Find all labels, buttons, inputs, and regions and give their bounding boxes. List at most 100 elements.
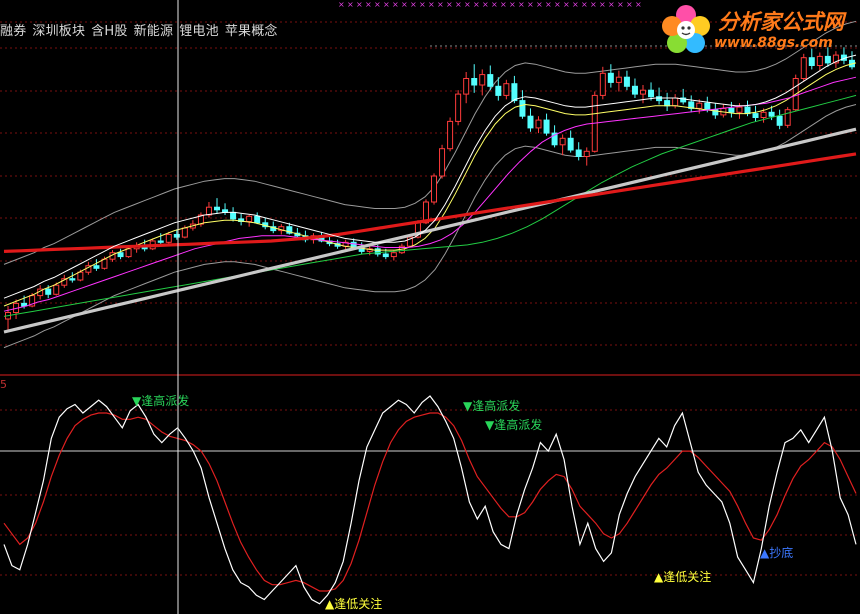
concept-tag[interactable]: 含H股 <box>91 24 127 39</box>
signal-marker-icon: × <box>554 0 561 9</box>
moving-average-lines <box>3 54 857 334</box>
candle-body <box>165 234 172 243</box>
signal-marker-icon: × <box>437 0 444 9</box>
signal-marker-icon: × <box>374 0 381 9</box>
candle-body <box>77 271 84 281</box>
candle-body <box>157 240 164 243</box>
signal-marker-icon: × <box>383 0 390 9</box>
signal-marker-icon: × <box>446 0 453 9</box>
candle-body <box>431 175 438 203</box>
candle-body <box>535 119 542 129</box>
signal-marker-icon: × <box>401 0 408 9</box>
candle-body <box>664 100 671 107</box>
candle-body <box>615 76 622 83</box>
candle-body <box>93 265 100 269</box>
candle-body <box>527 115 534 129</box>
bollinger-envelope <box>3 20 857 349</box>
concept-tag[interactable]: 锂电池 <box>179 24 219 39</box>
sell-signal-label: ▼逢高派发 <box>132 394 190 408</box>
candle-body <box>752 113 759 118</box>
signal-marker-icon: × <box>563 0 570 9</box>
candle-body <box>808 57 815 67</box>
candle-body <box>45 288 52 295</box>
signal-marker-icon: × <box>419 0 426 9</box>
candle-body <box>495 85 502 96</box>
candle-body <box>559 137 566 146</box>
signal-marker-icon: × <box>482 0 489 9</box>
candle-body <box>656 96 663 102</box>
signal-marker-icon: × <box>626 0 633 9</box>
indicator-label: 5 <box>0 378 7 391</box>
candle-body <box>69 278 76 281</box>
candle-body <box>511 83 518 102</box>
site-url[interactable]: www.88gs.com <box>714 35 833 51</box>
candle-body <box>672 97 679 107</box>
oscillator-slow-line <box>3 412 857 592</box>
oscillator-fast-line <box>3 395 857 605</box>
candle-body <box>648 89 655 98</box>
candle-body <box>487 74 494 87</box>
candle-body <box>53 284 60 295</box>
candle-body <box>640 89 646 95</box>
candle-body <box>784 109 791 126</box>
candle-body <box>230 211 237 220</box>
candle-body <box>455 93 462 122</box>
ma-red-line <box>3 152 857 253</box>
candle-body <box>583 150 590 158</box>
candle-body <box>736 106 743 113</box>
concept-tag[interactable]: 融券 <box>0 24 26 39</box>
signal-marker-icon: × <box>491 0 498 9</box>
candle-body <box>390 252 397 258</box>
candle-body <box>21 302 28 307</box>
chart-canvas: × × × × × × × × × × × × × × × × × × × × × × × × × × × × × × × × × × <box>0 0 860 614</box>
signal-marker-icon: × <box>464 0 471 9</box>
candle-body <box>728 107 735 113</box>
signal-marker-icon: × <box>518 0 525 9</box>
candle-body <box>631 85 638 95</box>
signal-marker-icon: × <box>608 0 615 9</box>
site-name: 分析家公式网 <box>718 10 844 34</box>
candle-body <box>800 57 807 79</box>
concept-tags: 融券 深圳板块 含H股 新能源 锂电池 苹果概念 <box>0 20 284 39</box>
candle-body <box>599 72 606 96</box>
signal-marker-icon: × <box>500 0 507 9</box>
candle-body <box>704 102 711 111</box>
concept-tag[interactable]: 深圳板块 <box>32 24 85 39</box>
signal-marker-icon: × <box>455 0 462 9</box>
candle-body <box>760 111 767 119</box>
candle-body <box>696 102 703 109</box>
candle-body <box>173 234 180 238</box>
signal-marker-icon: × <box>473 0 480 9</box>
bottom-signal-label: ▲抄底 <box>760 546 794 560</box>
concept-tag[interactable]: 苹果概念 <box>225 24 278 39</box>
signal-marker-icon: × <box>599 0 606 9</box>
signal-marker-icon: × <box>392 0 399 9</box>
buy-signal-label: ▲逢低关注 <box>325 597 383 611</box>
flower-logo-icon <box>662 5 710 53</box>
candle-body <box>768 111 775 117</box>
candle-body <box>519 100 526 117</box>
ma-gray-line <box>3 127 857 334</box>
buy-signal-label: ▲逢低关注 <box>654 570 712 584</box>
candle-body <box>479 74 486 86</box>
candle-body <box>471 78 478 86</box>
signal-marker-icon: × <box>572 0 579 9</box>
candle-body <box>181 227 188 238</box>
signal-marker-icon: × <box>428 0 435 9</box>
candle-body <box>382 253 389 258</box>
candle-body <box>623 76 630 87</box>
signal-marker-icon: × <box>617 0 624 9</box>
candle-body <box>439 148 446 177</box>
candle-body <box>503 83 510 96</box>
ma-white-line <box>3 54 857 299</box>
signal-marker-icon: × <box>365 0 372 9</box>
concept-tag[interactable]: 新能源 <box>134 24 174 39</box>
signal-marker-icon: × <box>338 0 345 9</box>
candle-body <box>567 137 574 151</box>
signal-marker-icon: × <box>356 0 363 9</box>
signal-marker-icon: × <box>581 0 588 9</box>
oscillator-lines <box>3 395 857 605</box>
candle-body <box>575 149 582 157</box>
signal-marker-icon: × <box>410 0 417 9</box>
candle-body <box>607 72 614 83</box>
